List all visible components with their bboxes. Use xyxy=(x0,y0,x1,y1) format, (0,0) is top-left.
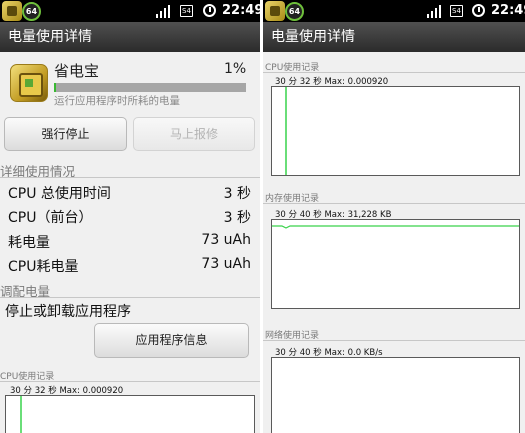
section-divider xyxy=(263,340,525,341)
app-percent: 1% xyxy=(224,61,247,77)
stat-value-power: 73 uAh xyxy=(201,232,251,248)
section-divider xyxy=(0,297,260,298)
network-graph xyxy=(271,357,520,433)
signal-icon xyxy=(156,4,170,18)
app-name: 省电宝 xyxy=(54,62,100,80)
sim-icon: S4 xyxy=(450,5,463,17)
section-divider xyxy=(263,203,525,204)
memory-graph-line xyxy=(272,225,519,229)
memory-graph-plot xyxy=(272,225,519,229)
section-divider xyxy=(0,381,260,382)
right-screen: 64 S4 22:49 电量使用详情 CPU使用记录 30 分 32 秒 Max… xyxy=(263,0,525,433)
status-time: 22:49 xyxy=(491,3,525,18)
alarm-icon xyxy=(472,4,485,17)
app-notification-icon xyxy=(265,1,285,21)
stat-label-cpu-foreground: CPU（前台） xyxy=(8,210,93,226)
section-divider xyxy=(263,72,525,73)
network-graph-plot xyxy=(272,358,519,433)
badge-icon: 64 xyxy=(285,2,304,21)
stat-value-cpu-total: 3 秒 xyxy=(223,186,251,202)
memory-graph xyxy=(271,219,520,309)
page-title: 电量使用详情 xyxy=(263,22,525,52)
page-title: 电量使用详情 xyxy=(0,22,260,52)
status-bar: 64 S4 22:49 xyxy=(0,0,260,22)
sim-icon: S4 xyxy=(180,5,193,17)
adjust-text: 停止或卸载应用程序 xyxy=(5,304,131,320)
alarm-icon xyxy=(203,4,216,17)
signal-icon xyxy=(427,4,441,18)
stat-label-cpu-power: CPU耗电量 xyxy=(8,259,79,275)
cpu-graph xyxy=(271,86,520,176)
cpu-graph-plot xyxy=(20,396,22,433)
force-stop-button[interactable]: 强行停止 xyxy=(4,117,127,151)
section-divider xyxy=(0,177,260,178)
app-icon xyxy=(10,64,48,102)
stat-value-cpu-power: 73 uAh xyxy=(201,256,251,272)
badge-icon: 64 xyxy=(22,2,41,21)
report-button[interactable]: 马上报修 xyxy=(133,117,255,151)
stat-value-cpu-foreground: 3 秒 xyxy=(223,210,251,226)
stat-label-cpu-total: CPU 总使用时间 xyxy=(8,186,111,202)
left-screen: 64 S4 22:49 电量使用详情 省电宝 1% 运行应用程序时所耗的电量 强… xyxy=(0,0,260,433)
status-bar: 64 S4 22:49 xyxy=(263,0,525,22)
app-info-button[interactable]: 应用程序信息 xyxy=(94,323,249,358)
app-notification-icon xyxy=(2,1,22,21)
stat-label-power: 耗电量 xyxy=(8,235,50,251)
cpu-graph-plot xyxy=(285,87,287,175)
usage-bar xyxy=(54,83,246,92)
app-subtitle: 运行应用程序时所耗的电量 xyxy=(54,95,180,107)
usage-bar-fill xyxy=(54,83,56,92)
status-time: 22:49 xyxy=(222,3,260,18)
cpu-graph xyxy=(5,395,255,433)
